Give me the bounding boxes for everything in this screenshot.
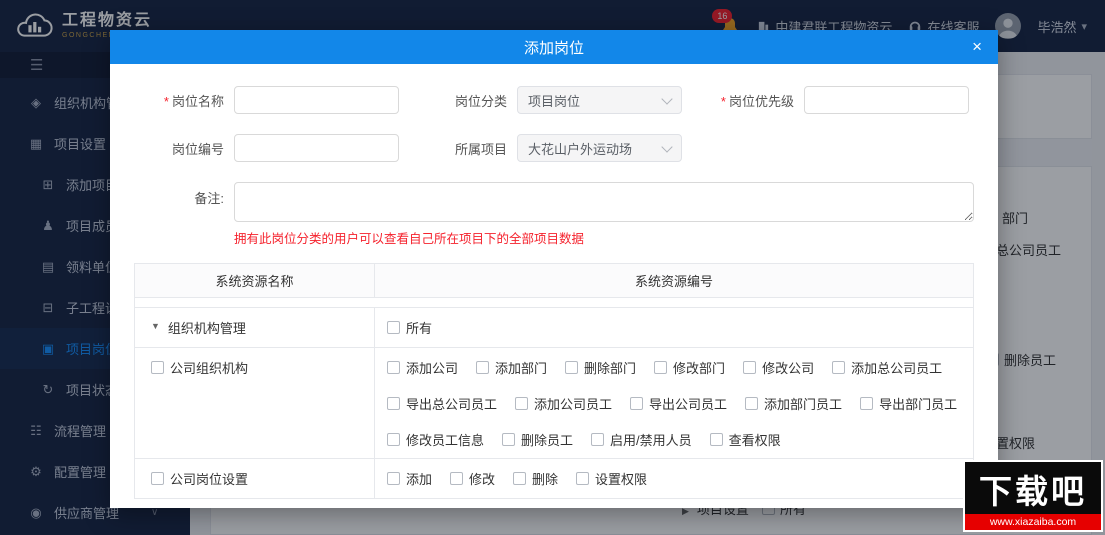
checkbox-add-company-employee[interactable]: 添加公司员工: [515, 394, 612, 413]
position-priority-input[interactable]: [804, 86, 969, 114]
checkbox-add-company[interactable]: 添加公司: [387, 358, 458, 377]
position-category-select[interactable]: 项目岗位: [517, 86, 682, 114]
checkbox-add[interactable]: 添加: [387, 469, 432, 488]
checkbox-export-company-employee[interactable]: 导出公司员工: [630, 394, 727, 413]
checkbox-company-org[interactable]: 公司组织机构: [151, 358, 248, 377]
modal-title: 添加岗位: [523, 39, 584, 57]
watermark-logo: 下载吧 www.xiazaiba.com: [963, 460, 1103, 532]
checkbox-edit-department[interactable]: 修改部门: [654, 358, 725, 377]
table-row: ▼ 组织机构管理 所有: [135, 308, 973, 348]
checkbox-delete-department[interactable]: 删除部门: [565, 358, 636, 377]
close-icon[interactable]: ×: [968, 30, 986, 64]
project-select[interactable]: 大花山户外运动场: [517, 134, 682, 162]
category-hint-text: 拥有此岗位分类的用户可以查看自己所在项目下的全部项目数据: [234, 232, 585, 246]
chevron-down-icon: [661, 92, 673, 105]
watermark-url: www.xiazaiba.com: [963, 514, 1103, 532]
checkbox-company-position-settings[interactable]: 公司岗位设置: [151, 469, 248, 488]
checkbox-all[interactable]: 所有: [387, 318, 432, 337]
checkbox-add-department-employee[interactable]: 添加部门员工: [745, 394, 842, 413]
app-root: 工程物资云 GONGCHENGWUZIYUN 16 中建君联工程物资云: [0, 0, 1105, 535]
checkbox-edit-company[interactable]: 修改公司: [743, 358, 814, 377]
add-position-modal: 添加岗位 × * 岗位名称 岗位分类 项目岗位 * 岗位优先级 岗位编号 所属项目 …: [110, 30, 998, 508]
column-header-resource-code: 系统资源编号: [634, 274, 713, 289]
checkbox-export-hq-employee[interactable]: 导出总公司员工: [387, 394, 497, 413]
checkbox-view-permission[interactable]: 查看权限: [709, 430, 781, 449]
checkbox-add-hq-employee[interactable]: 添加总公司员工: [832, 358, 942, 377]
checkbox-add-department[interactable]: 添加部门: [476, 358, 547, 377]
modal-header: 添加岗位 ×: [110, 30, 998, 64]
watermark-title: 下载吧: [963, 460, 1103, 514]
position-code-input[interactable]: [234, 134, 399, 162]
checkbox-edit-employee-info[interactable]: 修改员工信息: [387, 430, 484, 449]
chevron-down-icon: [661, 140, 673, 153]
column-header-resource-name: 系统资源名称: [135, 264, 375, 297]
permission-table: 系统资源名称 系统资源编号 ▼ 组织机构管理 所有 公司组织机构 添加公司 添加…: [134, 263, 974, 499]
checkbox-set-permission[interactable]: 设置权限: [576, 469, 647, 488]
project-label: 所属项目: [454, 141, 507, 157]
position-code-label: 岗位编号: [171, 141, 224, 157]
checkbox-edit[interactable]: 修改: [450, 469, 495, 488]
checkbox-delete-employee[interactable]: 删除员工: [502, 430, 573, 449]
remark-textarea[interactable]: [234, 182, 974, 222]
checkbox-enable-disable-person[interactable]: 启用/禁用人员: [591, 430, 692, 449]
position-category-label: 岗位分类: [454, 93, 507, 109]
table-row: 公司组织机构 添加公司 添加部门 删除部门 修改部门 修改公司 添加总公司员工 …: [135, 348, 973, 459]
expander-icon[interactable]: ▼: [151, 321, 160, 331]
table-row: 公司岗位设置 添加 修改 删除 设置权限: [135, 459, 973, 499]
position-name-label: * 岗位名称: [163, 93, 224, 109]
position-name-input[interactable]: [234, 86, 399, 114]
table-gap-row: [135, 298, 973, 308]
checkbox-export-department-employee[interactable]: 导出部门员工: [860, 394, 957, 413]
remark-label: 备注:: [194, 191, 224, 206]
position-priority-label: * 岗位优先级: [720, 93, 794, 109]
checkbox-delete[interactable]: 删除: [513, 469, 558, 488]
